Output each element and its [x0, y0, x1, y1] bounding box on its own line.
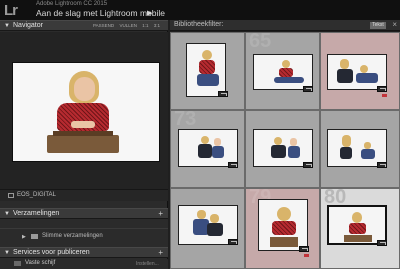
smart-collections-label[interactable]: Slimme verzamelingen — [42, 233, 103, 239]
metadata-badge-icon[interactable] — [299, 246, 309, 252]
zoom-3-1[interactable]: 3:1 — [154, 23, 160, 28]
grid-cell-selected[interactable]: 79 — [245, 188, 320, 269]
play-icon[interactable]: ▶ — [147, 9, 152, 17]
collections-header[interactable]: ▼ Verzamelingen + — [0, 208, 168, 219]
publish-service-item[interactable]: Vaste schijf Instellen... — [0, 259, 168, 269]
zoom-1-1[interactable]: 1:1 — [142, 23, 148, 28]
metadata-badge-icon[interactable] — [303, 162, 313, 168]
catalog-folder-row[interactable]: EOS_DIGITAL — [0, 189, 168, 201]
collapse-triangle-icon[interactable]: ▼ — [4, 211, 10, 217]
photo-thumbnail[interactable] — [327, 54, 387, 90]
library-grid: 65 73 79 80 — [170, 32, 400, 269]
library-filter-label: Bibliotheekfilter: — [174, 21, 224, 28]
grid-cell[interactable] — [245, 110, 320, 188]
catalog-folder-label: EOS_DIGITAL — [17, 192, 56, 198]
add-publish-service-icon[interactable]: + — [158, 248, 163, 257]
navigator-header[interactable]: ▼ Navigator PASSEND VULLEN 1:1 3:1 — [0, 20, 168, 31]
add-collection-icon[interactable]: + — [158, 209, 163, 218]
identity-plate-title[interactable]: Aan de slag met Lightroom mobile — [36, 8, 165, 18]
reject-flag-icon[interactable] — [304, 254, 309, 257]
navigator-preview-image[interactable] — [12, 62, 160, 162]
metadata-badge-icon[interactable] — [218, 91, 228, 97]
smart-collection-icon — [31, 234, 38, 239]
metadata-badge-icon[interactable] — [228, 162, 238, 168]
publish-service-label: Vaste schijf — [25, 260, 56, 266]
left-panel: ▼ Navigator PASSEND VULLEN 1:1 3:1 EOS_D… — [0, 20, 168, 269]
grid-cell[interactable]: 65 — [245, 32, 320, 110]
metadata-badge-icon[interactable] — [377, 240, 387, 246]
collapse-triangle-icon[interactable]: ▼ — [4, 23, 10, 29]
grid-cell-selected[interactable] — [320, 32, 400, 110]
grid-cell-active[interactable]: 80 — [320, 188, 400, 269]
setup-link[interactable]: Instellen... — [136, 261, 159, 267]
hard-drive-icon — [14, 261, 21, 266]
expand-triangle-icon[interactable]: ▶ — [22, 234, 26, 240]
grid-cell[interactable]: 73 — [170, 110, 245, 188]
divider — [0, 228, 168, 229]
product-name: Adobe Lightroom CC 2015 — [36, 1, 108, 7]
collections-list: ▶ Slimme verzamelingen — [0, 219, 168, 247]
metadata-badge-icon[interactable] — [228, 239, 238, 245]
navigator-preview-area — [0, 32, 168, 189]
zoom-fit[interactable]: PASSEND — [93, 23, 114, 28]
lightroom-logo: Lr — [4, 2, 18, 19]
navigator-title: Navigator — [13, 22, 43, 29]
metadata-badge-icon[interactable] — [303, 86, 313, 92]
photo-thumbnail[interactable] — [327, 205, 387, 245]
photo-thumbnail[interactable] — [186, 43, 226, 97]
photo-thumbnail[interactable] — [253, 54, 313, 90]
close-icon[interactable]: × — [392, 20, 397, 29]
grid-cell[interactable] — [170, 32, 245, 110]
collapse-triangle-icon[interactable]: ▼ — [4, 250, 10, 256]
reject-flag-icon[interactable] — [382, 94, 387, 97]
metadata-badge-icon[interactable] — [377, 86, 387, 92]
drive-icon — [8, 193, 14, 198]
zoom-fill[interactable]: VULLEN — [119, 23, 137, 28]
publish-services-title: Services voor publiceren — [13, 249, 90, 256]
zoom-options: PASSEND VULLEN 1:1 3:1 — [93, 23, 164, 28]
grid-cell[interactable] — [170, 188, 245, 269]
collections-title: Verzamelingen — [13, 210, 60, 217]
photo-thumbnail[interactable] — [258, 199, 308, 251]
publish-services-header[interactable]: ▼ Services voor publiceren + — [0, 247, 168, 258]
text-filter-tab[interactable]: Tekst — [370, 22, 386, 29]
title-bar: Lr Adobe Lightroom CC 2015 Aan de slag m… — [0, 0, 400, 20]
grid-cell[interactable] — [320, 110, 400, 188]
library-filter-bar: Bibliotheekfilter: Tekst × — [170, 20, 400, 31]
metadata-badge-icon[interactable] — [377, 162, 387, 168]
